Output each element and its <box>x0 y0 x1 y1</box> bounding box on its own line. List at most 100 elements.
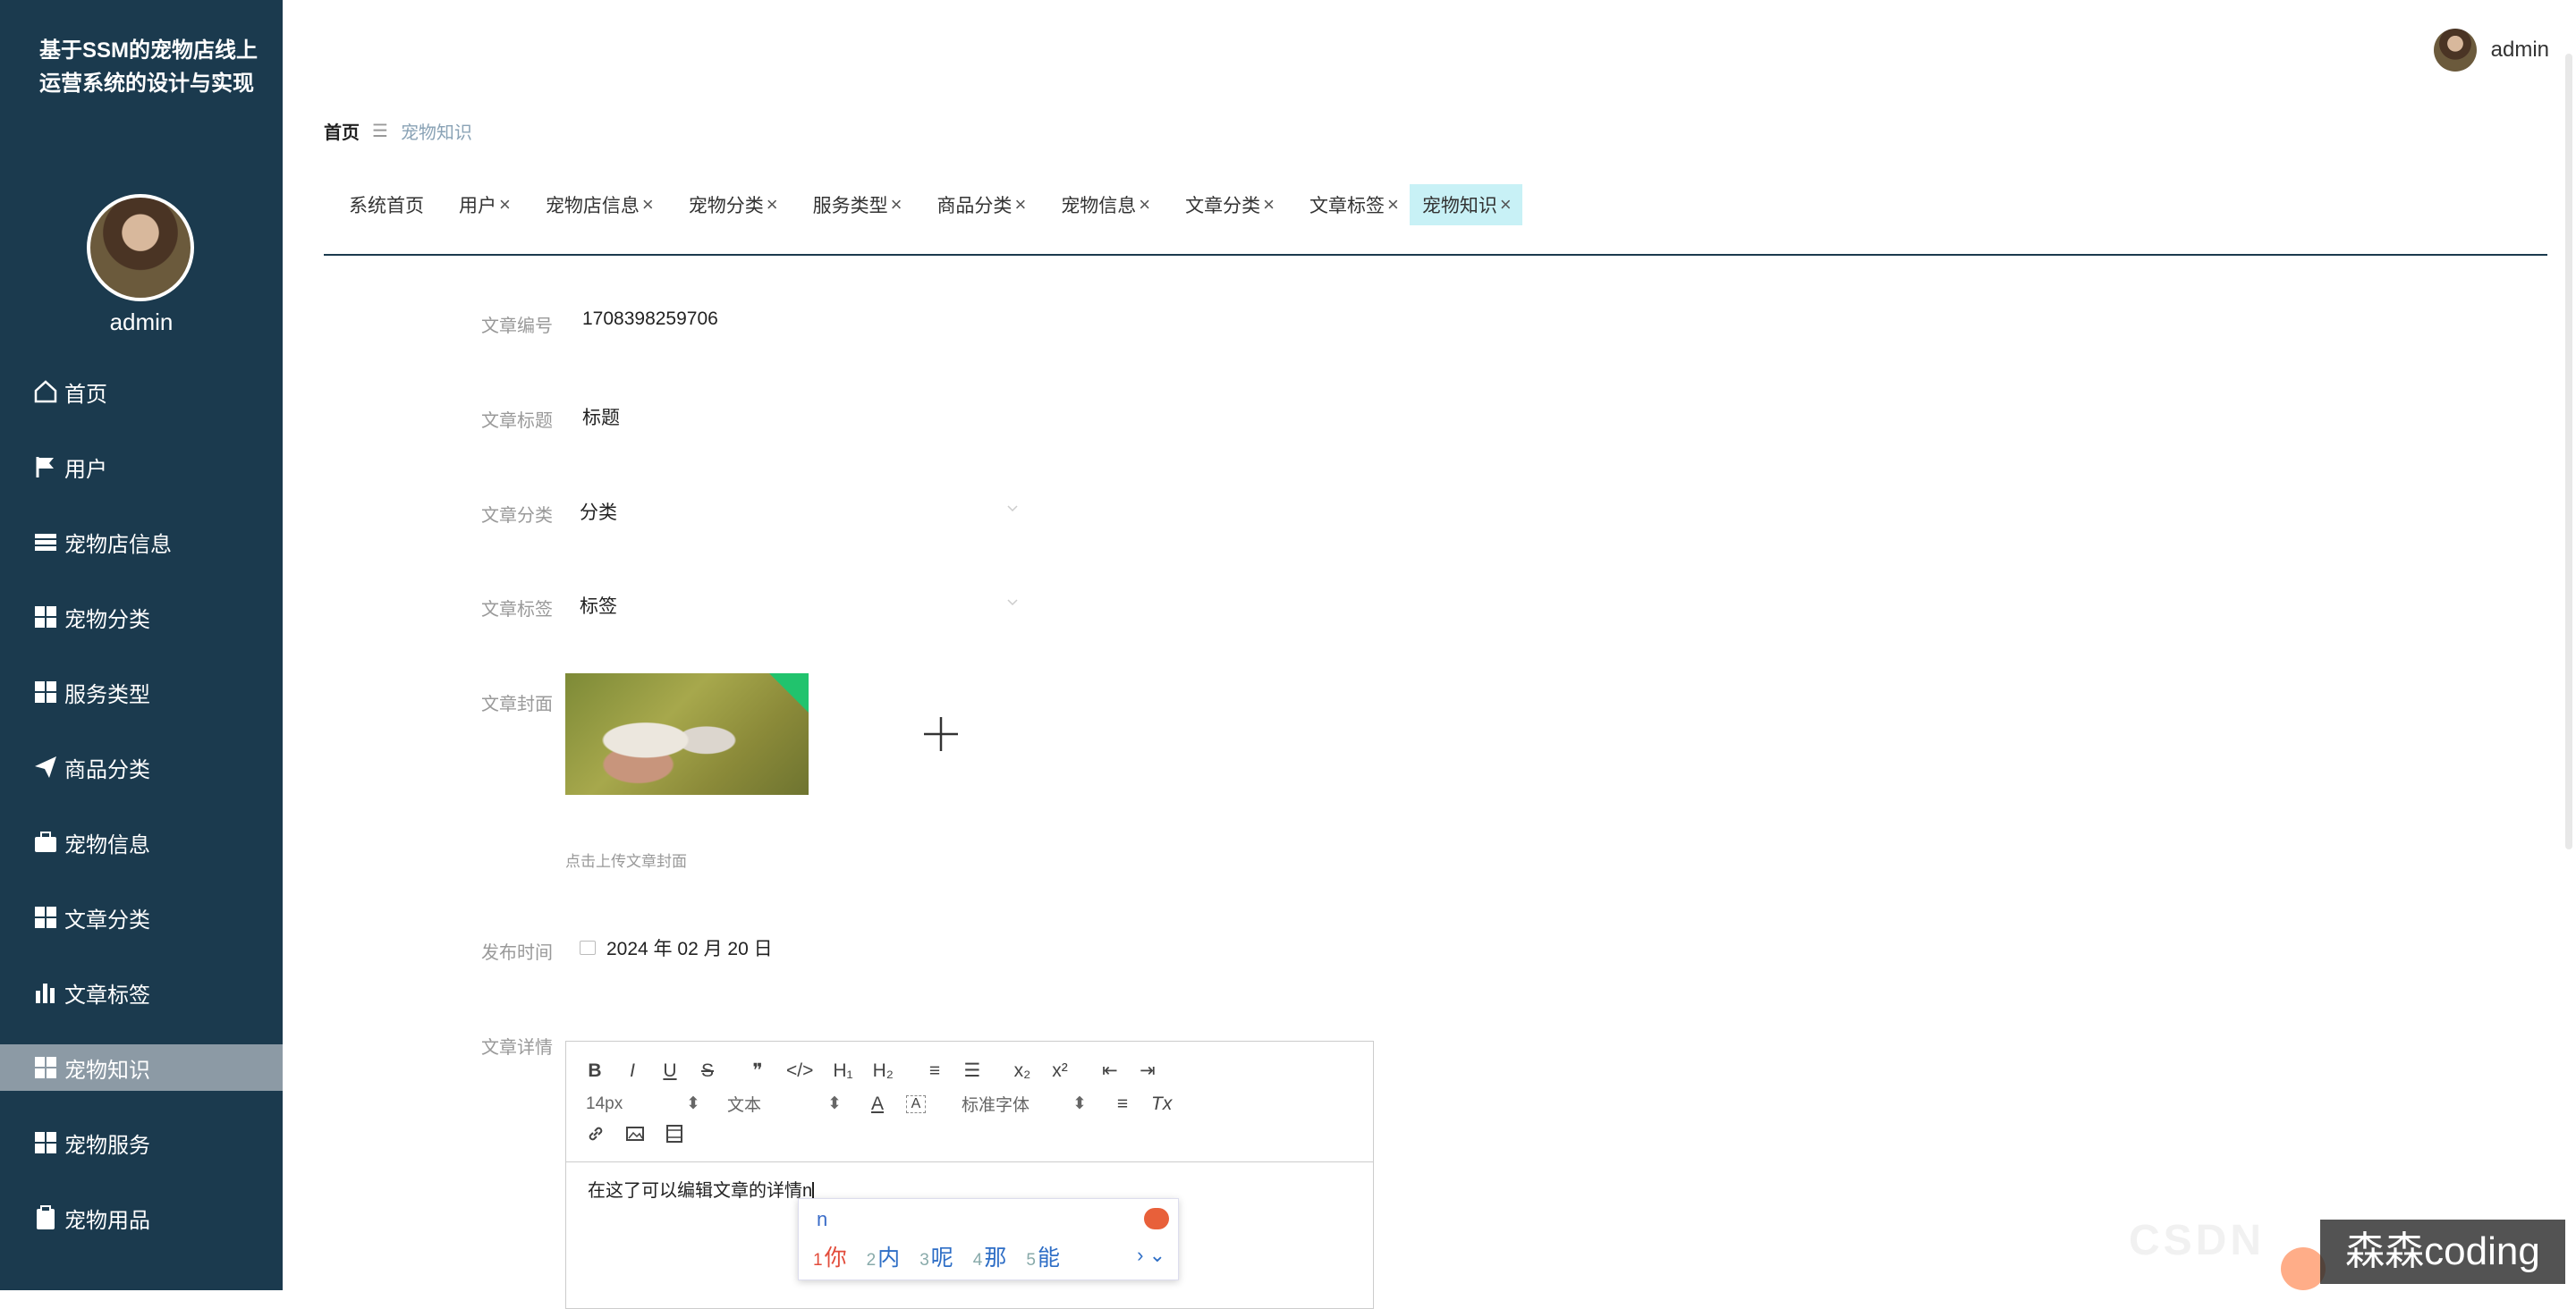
ime-candidate[interactable]: 2内 <box>867 1240 901 1272</box>
article-title-field[interactable]: 标题 <box>582 403 620 430</box>
ime-logo-icon[interactable] <box>1144 1208 1169 1229</box>
tab[interactable]: 文章标签 × <box>1285 184 1410 225</box>
editor-content-text: 在这了可以编辑文章的详情n <box>588 1181 813 1201</box>
close-icon[interactable]: × <box>1014 193 1026 216</box>
editor-toolbar: B I U S ❞ </> H₁ H₂ ≡ ☰ x₂ x² ⇤ ⇥ 14px ⬍ 文本 ⬍ A A 标准字… <box>566 1042 1373 1162</box>
close-icon[interactable]: × <box>767 193 778 216</box>
tab[interactable]: 宠物信息 × <box>1037 184 1161 225</box>
close-icon[interactable]: × <box>499 193 511 216</box>
bold-button[interactable]: B <box>586 1060 604 1082</box>
close-icon[interactable]: × <box>1500 193 1512 216</box>
indent-button[interactable]: ⇥ <box>1139 1060 1157 1082</box>
article-cover-label: 文章封面 <box>481 695 553 714</box>
bullet-list-button[interactable]: ☰ <box>963 1060 981 1082</box>
grid-icon <box>32 679 59 705</box>
sidebar-item-label: 宠物知识 <box>64 1058 150 1083</box>
sidebar-item[interactable]: 用户 <box>0 443 283 490</box>
video-icon[interactable] <box>665 1124 684 1144</box>
superscript-button[interactable]: x² <box>1051 1060 1069 1082</box>
tab[interactable]: 宠物店信息 × <box>521 184 665 225</box>
link-icon[interactable] <box>586 1124 606 1144</box>
ime-candidate-number: 1 <box>813 1251 823 1270</box>
sidebar-item-label: 文章标签 <box>64 983 150 1008</box>
sidebar-item[interactable]: 宠物店信息 <box>0 519 283 565</box>
tab-label: 系统首页 <box>349 196 424 216</box>
grid-icon <box>32 604 59 630</box>
ime-candidate[interactable]: 3呢 <box>919 1240 953 1272</box>
breadcrumb-home[interactable]: 首页 <box>324 118 360 144</box>
editor-content[interactable]: 在这了可以编辑文章的详情n <box>588 1176 815 1202</box>
sidebar-item[interactable]: 首页 <box>0 368 283 415</box>
tab[interactable]: 用户 × <box>435 184 521 225</box>
header-avatar[interactable] <box>2433 29 2477 72</box>
clear-format-button[interactable]: Tx <box>1151 1094 1172 1115</box>
heading2-button[interactable]: H₂ <box>873 1060 894 1082</box>
font-family-select[interactable]: 标准字体 ⬍ <box>962 1092 1087 1116</box>
heading1-button[interactable]: H₁ <box>833 1060 852 1082</box>
sidebar-item-label: 宠物分类 <box>64 607 150 632</box>
publish-date-picker[interactable]: 2024 年 02 月 20 日 <box>580 934 773 961</box>
ordered-list-button[interactable]: ≡ <box>926 1060 944 1082</box>
article-no-field[interactable]: 1708398259706 <box>582 308 718 330</box>
sidebar-item[interactable]: 宠物知识 <box>0 1044 283 1091</box>
upload-hint[interactable]: 点击上传文章封面 <box>565 849 687 871</box>
close-icon[interactable]: × <box>891 193 902 216</box>
sidebar-item-label: 宠物信息 <box>64 832 150 857</box>
ime-candidate[interactable]: 1你 <box>813 1240 847 1272</box>
sidebar-item[interactable]: 文章分类 <box>0 894 283 941</box>
font-size-select[interactable]: 14px ⬍ <box>586 1094 700 1114</box>
sidebar-item[interactable]: 服务类型 <box>0 669 283 715</box>
background-color-button[interactable]: A <box>906 1094 926 1113</box>
tab[interactable]: 服务类型 × <box>789 184 913 225</box>
sidebar-menu: 首页用户宠物店信息宠物分类服务类型商品分类宠物信息文章分类文章标签宠物知识宠物服… <box>0 368 283 1270</box>
block-type-select[interactable]: 文本 ⬍ <box>727 1092 842 1116</box>
outdent-button[interactable]: ⇤ <box>1101 1060 1119 1082</box>
subscript-button[interactable]: x₂ <box>1013 1060 1031 1082</box>
header-user[interactable]: admin <box>2433 29 2549 72</box>
close-icon[interactable]: × <box>1387 193 1399 216</box>
code-block-button[interactable]: </> <box>786 1060 813 1082</box>
strike-button[interactable]: S <box>699 1060 716 1082</box>
blockquote-button[interactable]: ❞ <box>749 1060 767 1082</box>
close-icon[interactable]: × <box>1139 193 1150 216</box>
publish-time-label: 发布时间 <box>481 943 553 963</box>
ime-candidate[interactable]: 4那 <box>973 1240 1007 1272</box>
article-category-select[interactable]: 分类 <box>580 498 1021 525</box>
close-icon[interactable]: × <box>1263 193 1275 216</box>
tab[interactable]: 宠物分类 × <box>665 184 789 225</box>
sidebar-item[interactable]: 商品分类 <box>0 744 283 790</box>
header-username[interactable]: admin <box>2491 38 2549 63</box>
sidebar-item[interactable]: 宠物服务 <box>0 1119 283 1166</box>
sidebar-item[interactable]: 宠物信息 <box>0 819 283 866</box>
avatar[interactable] <box>87 194 194 301</box>
ime-more-icon[interactable]: › ⌄ <box>1137 1244 1165 1267</box>
block-type-value: 文本 <box>727 1096 762 1115</box>
tab[interactable]: 系统首页 <box>324 184 435 225</box>
tab[interactable]: 文章分类 × <box>1161 184 1285 225</box>
article-tag-select[interactable]: 标签 <box>580 592 1021 619</box>
align-button[interactable]: ≡ <box>1114 1094 1131 1115</box>
publish-date-value: 2024 年 02 月 20 日 <box>606 939 773 959</box>
page-scrollbar[interactable] <box>2565 54 2572 849</box>
tab[interactable]: 商品分类 × <box>912 184 1037 225</box>
tab-label: 宠物店信息 <box>545 196 640 216</box>
ime-candidate-text: 你 <box>824 1246 847 1271</box>
italic-button[interactable]: I <box>623 1060 641 1082</box>
select-arrows-icon: ⬍ <box>1072 1094 1087 1113</box>
sidebar-item[interactable]: 宠物用品 <box>0 1195 283 1241</box>
plus-icon[interactable] <box>922 715 960 753</box>
image-icon[interactable] <box>625 1124 645 1144</box>
close-icon[interactable]: × <box>642 193 654 216</box>
chevron-down-icon[interactable] <box>1006 502 1019 514</box>
sidebar-item[interactable]: 宠物分类 <box>0 594 283 640</box>
underline-button[interactable]: U <box>661 1060 679 1082</box>
cover-image[interactable] <box>565 673 809 795</box>
ime-candidate[interactable]: 5能 <box>1026 1240 1060 1272</box>
sidebar-item[interactable]: 文章标签 <box>0 969 283 1016</box>
tab[interactable]: 宠物知识 × <box>1409 184 1522 225</box>
font-color-button[interactable]: A <box>869 1094 886 1115</box>
sidebar-item-label: 宠物服务 <box>64 1133 150 1158</box>
ime-candidate-window[interactable]: n 1你 2内 3呢 4那 5能 › ⌄ <box>798 1198 1179 1280</box>
grid-icon <box>32 1054 59 1081</box>
chevron-down-icon[interactable] <box>1006 595 1019 608</box>
